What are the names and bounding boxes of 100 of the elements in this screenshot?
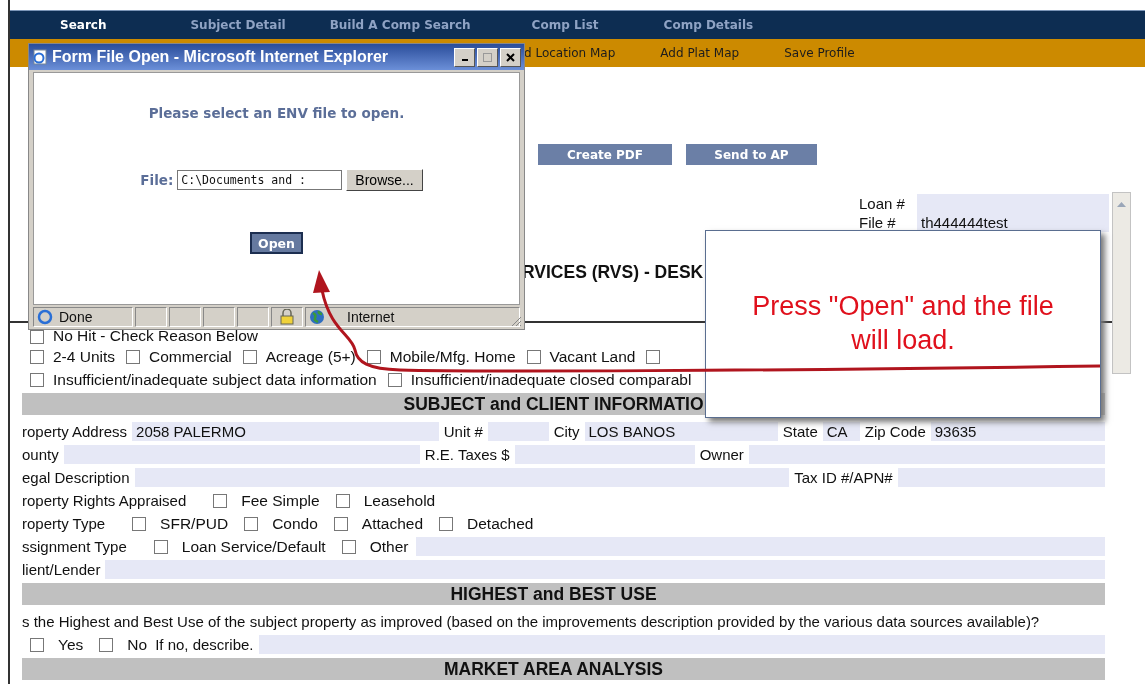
checkbox-label: No	[127, 635, 148, 654]
field-label: File #	[859, 213, 897, 231]
field-label: roperty Rights Appraised	[22, 492, 187, 509]
field-label: Loan #	[859, 194, 906, 212]
input-field[interactable]: LOS BANOS	[584, 422, 778, 441]
resize-grip-icon[interactable]	[510, 315, 522, 327]
sub-nav-link[interactable]: d Location Map	[524, 46, 616, 60]
checkbox-label: Condo	[272, 514, 318, 533]
checkbox-label: Detached	[467, 514, 534, 533]
input-field[interactable]	[514, 445, 695, 464]
field-label: If no, describe.	[155, 636, 254, 653]
checkbox-label: Mobile/Mfg. Home	[389, 347, 516, 366]
nav-tab[interactable]: Search	[60, 18, 107, 32]
sub-nav-link[interactable]: Add Plat Map	[660, 46, 740, 60]
maximize-icon	[483, 52, 492, 62]
field-label: ssignment Type	[22, 538, 127, 555]
input-field[interactable]	[487, 422, 549, 441]
checkbox[interactable]	[341, 539, 356, 554]
status-pane	[203, 307, 235, 327]
nav-tab[interactable]: Build A Comp Search	[329, 18, 471, 32]
field-label: Zip Code	[864, 423, 926, 440]
action-button[interactable]: Send to AP	[686, 144, 817, 165]
callout-text: Press "Open" and the file will load.	[751, 290, 1055, 357]
checkbox[interactable]	[333, 516, 348, 531]
input-field[interactable]	[917, 193, 1109, 213]
lock-icon	[280, 309, 294, 325]
checkbox[interactable]	[244, 516, 259, 531]
checkbox[interactable]	[132, 516, 147, 531]
checkbox[interactable]	[30, 372, 44, 387]
input-field[interactable]	[258, 635, 1105, 654]
checkbox-label: Commercial	[149, 347, 232, 366]
field-label: Unit #	[443, 423, 483, 440]
checkbox[interactable]	[439, 516, 454, 531]
checkbox[interactable]	[366, 349, 381, 364]
input-field[interactable]	[134, 468, 790, 487]
input-field[interactable]	[897, 468, 1105, 487]
field-label: State	[782, 423, 818, 440]
checkbox[interactable]	[335, 493, 350, 508]
checkbox[interactable]	[242, 349, 257, 364]
minimize-button[interactable]	[454, 47, 475, 67]
checkbox-label: Vacant Land	[549, 347, 636, 366]
checkbox-label: Acreage (5+)	[265, 347, 356, 366]
section-heading: HIGHEST and BEST USE	[22, 583, 1105, 605]
checkbox-label: Insufficient/inadequate closed comparabl	[410, 370, 692, 389]
field-label: roperty Address	[22, 423, 128, 440]
status-pane	[135, 307, 167, 327]
window-title: Form File Open - Microsoft Internet Explorer	[52, 48, 390, 66]
scrollbar[interactable]	[1112, 192, 1131, 374]
sub-nav-link[interactable]: Save Profile	[784, 46, 855, 60]
file-path-field[interactable]: C:\Documents and :	[177, 170, 343, 190]
nav-tab[interactable]: Comp List	[531, 18, 599, 32]
checkbox[interactable]	[30, 330, 44, 344]
field-label: City	[553, 423, 580, 440]
checkbox[interactable]	[30, 637, 44, 652]
zone-text: Internet	[347, 309, 395, 325]
field-label: s the Highest and Best Use of the subject property as improved (based on the improvements description provided by the various data sources available)?	[22, 613, 1040, 630]
checkbox[interactable]	[646, 349, 661, 364]
maximize-button[interactable]	[477, 47, 498, 67]
dialog-message: Please select an ENV file to open.	[148, 105, 405, 121]
checkbox[interactable]	[153, 539, 168, 554]
checkbox[interactable]	[126, 349, 141, 364]
input-field[interactable]: CA	[822, 422, 860, 441]
field-label: R.E. Taxes $	[424, 446, 510, 463]
close-icon	[506, 52, 515, 62]
open-button[interactable]: Open	[250, 232, 303, 254]
checkbox-label: Attached	[361, 514, 424, 533]
status-text: Done	[59, 309, 93, 325]
browse-button[interactable]: Browse...	[346, 169, 423, 191]
checkbox[interactable]	[526, 349, 541, 364]
globe-icon	[309, 309, 325, 325]
field-label: roperty Type	[22, 515, 106, 532]
status-pane	[169, 307, 201, 327]
field-label: Owner	[699, 446, 744, 463]
action-button[interactable]: Create PDF	[538, 144, 672, 165]
nav-tab[interactable]: Subject Detail	[190, 18, 286, 32]
field-label: lient/Lender	[22, 561, 101, 578]
checkbox-label: Yes	[58, 635, 84, 654]
input-field[interactable]	[416, 537, 1105, 556]
field-label: File:	[140, 172, 174, 188]
input-field[interactable]	[748, 445, 1105, 464]
checkbox[interactable]	[30, 349, 44, 364]
close-button[interactable]	[500, 47, 521, 67]
checkbox-label: Other	[369, 537, 409, 556]
field-label: egal Description	[22, 469, 130, 486]
checkbox-label: Loan Service/Default	[181, 537, 326, 556]
checkbox-label: 2-4 Units	[53, 347, 116, 366]
input-field[interactable]: 2058 PALERMO	[132, 422, 439, 441]
input-field[interactable]: 93635	[930, 422, 1105, 441]
field-label: Tax ID #/APN#	[794, 469, 893, 486]
checkbox[interactable]	[387, 372, 402, 387]
nav-tab[interactable]: Comp Details	[663, 18, 754, 32]
input-field[interactable]	[105, 560, 1105, 579]
checkbox[interactable]	[99, 637, 114, 652]
checkbox-label: Insufficient/inadequate subject data information	[53, 370, 377, 389]
checkbox[interactable]	[213, 493, 228, 508]
status-pane	[237, 307, 269, 327]
checkbox-label: SFR/PUD	[160, 514, 229, 533]
input-field[interactable]	[63, 445, 420, 464]
checkbox-label: Fee Simple	[241, 491, 320, 510]
checkbox-label: Leasehold	[363, 491, 436, 510]
